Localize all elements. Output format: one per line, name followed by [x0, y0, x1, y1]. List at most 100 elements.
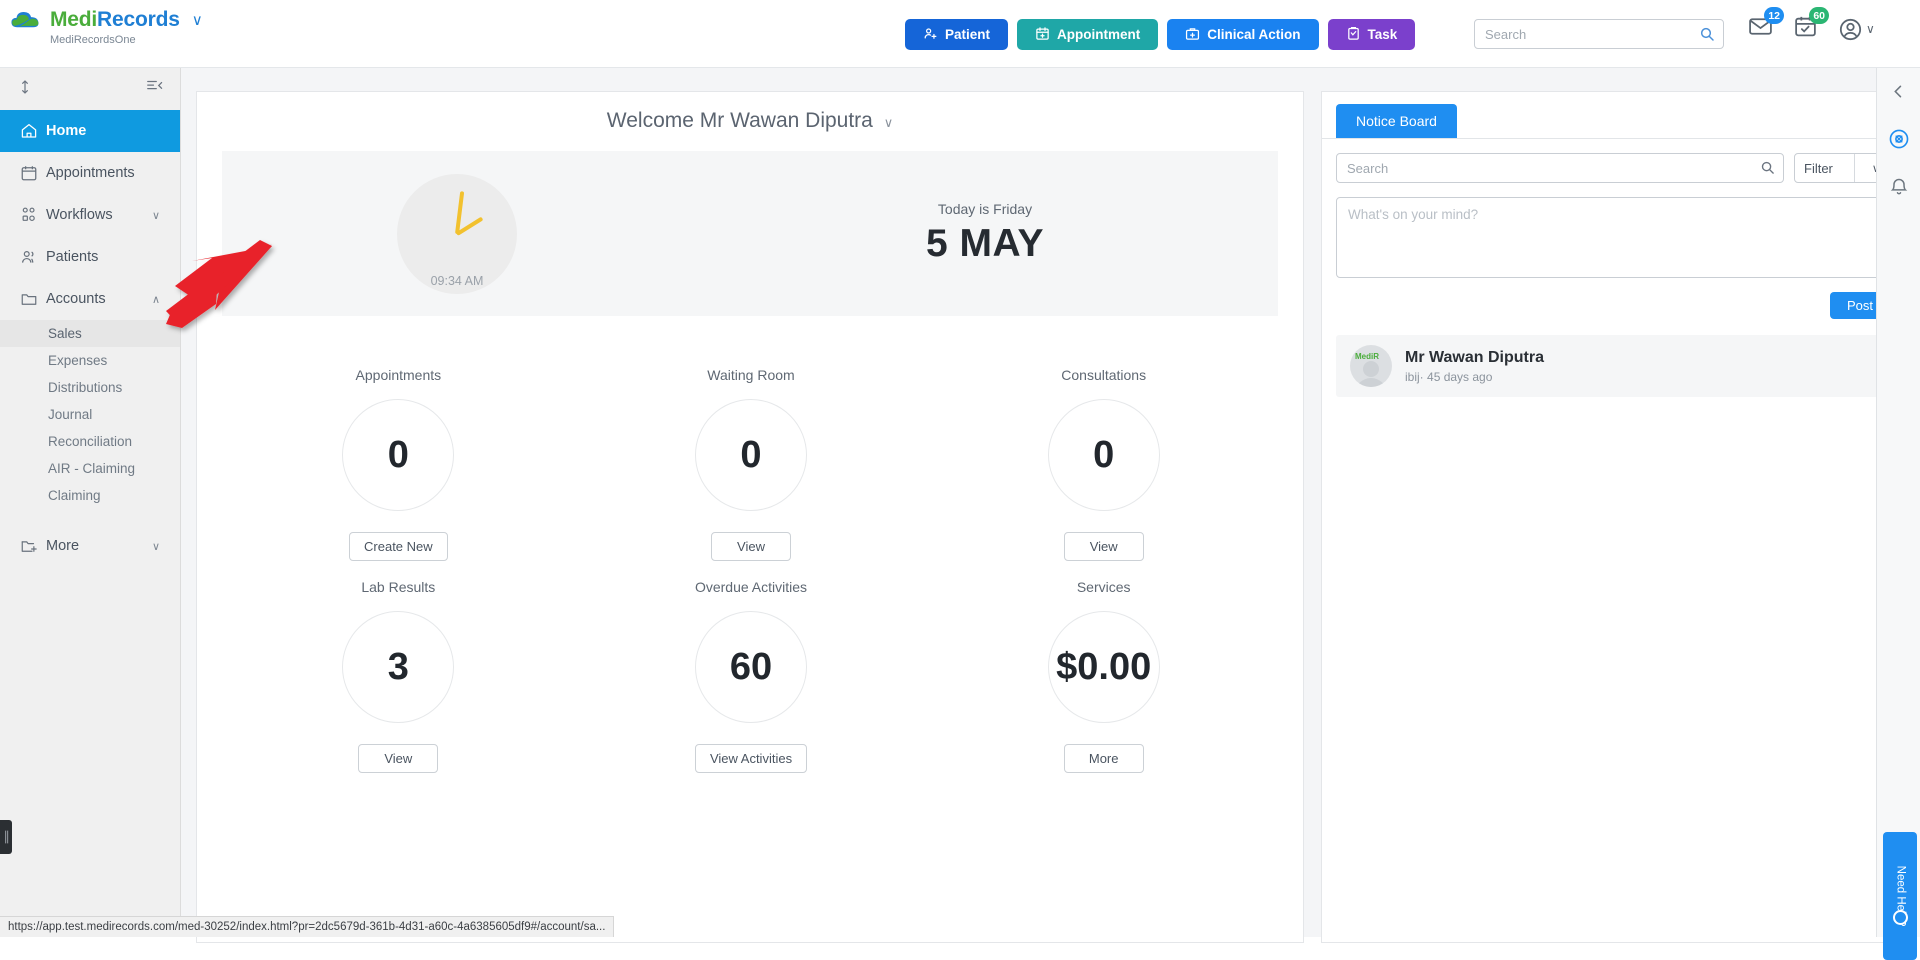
- collapse-panel-icon[interactable]: [146, 78, 163, 100]
- bell-icon[interactable]: [1889, 177, 1909, 202]
- stat-tile-label: Lab Results: [222, 579, 575, 595]
- new-appointment-button[interactable]: Appointment: [1017, 19, 1158, 50]
- sidebar-subitem-air-claiming[interactable]: AIR - Claiming: [0, 455, 180, 482]
- messages-icon-button[interactable]: 12: [1748, 14, 1773, 44]
- view-consultations-button[interactable]: View: [1064, 532, 1144, 561]
- sidebar-subitem-label: AIR - Claiming: [48, 461, 135, 476]
- tasks-badge: 60: [1809, 7, 1829, 24]
- tasks-icon-button[interactable]: 60: [1793, 14, 1818, 44]
- brand-name: MediRecords: [50, 8, 180, 32]
- date-display: 5 MAY: [692, 222, 1278, 266]
- sidebar-item-home[interactable]: Home: [0, 110, 180, 152]
- new-patient-button[interactable]: Patient: [905, 19, 1008, 50]
- calendar-plus-icon: [1035, 26, 1050, 44]
- sidebar-item-patients[interactable]: Patients: [0, 236, 180, 278]
- notice-search[interactable]: [1336, 153, 1784, 183]
- sidebar-subitem-claiming[interactable]: Claiming: [0, 482, 180, 509]
- chevron-down-icon[interactable]: ∨: [884, 115, 894, 130]
- brand-subtitle: MediRecordsOne: [50, 34, 270, 46]
- notice-post-row: Post: [1322, 283, 1904, 319]
- hero-panel: 09:34 AM Today is Friday 5 MAY: [222, 151, 1278, 316]
- stat-tile-lab-results: Lab Results 3 View: [222, 579, 575, 773]
- calendar-icon: [20, 164, 46, 182]
- stat-tile-value: 0: [342, 399, 454, 511]
- folder-plus-icon: [20, 537, 46, 555]
- new-patient-label: Patient: [945, 27, 990, 42]
- clinical-action-label: Clinical Action: [1207, 27, 1300, 42]
- cloud-logo-icon: [10, 8, 42, 32]
- new-task-button[interactable]: Task: [1328, 19, 1416, 50]
- status-bar-url: https://app.test.medirecords.com/med-302…: [0, 916, 614, 937]
- chevron-left-icon[interactable]: [1889, 82, 1908, 106]
- view-waiting-room-button[interactable]: View: [711, 532, 791, 561]
- chevron-up-icon[interactable]: ∧: [152, 293, 160, 306]
- post-content: Mr Wawan Diputra ibij· 45 days ago: [1405, 349, 1544, 384]
- sidebar-subitem-reconciliation[interactable]: Reconciliation: [0, 428, 180, 455]
- user-plus-icon: [923, 26, 938, 44]
- stat-tile-label: Overdue Activities: [575, 579, 928, 595]
- dashboard-card: Welcome Mr Wawan Diputra ∨ 09:34 AM Toda…: [196, 91, 1304, 943]
- notice-search-input[interactable]: [1336, 153, 1784, 183]
- drag-handle-icon[interactable]: [0, 820, 12, 854]
- stat-tile-waiting-room: Waiting Room 0 View: [575, 367, 928, 561]
- messages-badge: 12: [1764, 7, 1784, 24]
- patients-icon: [20, 248, 46, 266]
- top-action-buttons: Patient Appointment Clinical Action: [905, 19, 1415, 50]
- chevron-down-icon[interactable]: ∨: [152, 540, 160, 553]
- sidebar-item-label: Accounts: [46, 291, 106, 307]
- home-icon: [20, 122, 46, 140]
- sidebar-subitem-label: Expenses: [48, 353, 107, 368]
- sidebar-item-label: Workflows: [46, 207, 113, 223]
- top-bar: MediRecords ∨ MediRecordsOne Patient App…: [0, 0, 1920, 68]
- stat-tile-value: $0.00: [1048, 611, 1160, 723]
- view-activities-button[interactable]: View Activities: [695, 744, 807, 773]
- sidebar-subitem-journal[interactable]: Journal: [0, 401, 180, 428]
- sidebar-item-accounts[interactable]: Accounts ∧: [0, 278, 180, 320]
- global-search[interactable]: [1474, 19, 1724, 49]
- chevron-down-icon[interactable]: ∨: [192, 11, 203, 29]
- user-avatar-icon: [1363, 361, 1379, 377]
- list-item[interactable]: MediR Mr Wawan Diputra ibij· 45 days ago: [1336, 335, 1890, 397]
- clock-time-label: 09:34 AM: [431, 274, 484, 288]
- view-lab-results-button[interactable]: View: [358, 744, 438, 773]
- sidebar-subitem-sales[interactable]: Sales: [0, 320, 180, 347]
- post-author: Mr Wawan Diputra: [1405, 349, 1544, 367]
- notice-composer[interactable]: [1322, 197, 1904, 283]
- search-icon[interactable]: [1699, 26, 1715, 47]
- stat-tile-value: 60: [695, 611, 807, 723]
- post-separator: ·: [1420, 370, 1424, 384]
- sidebar-subitem-distributions[interactable]: Distributions: [0, 374, 180, 401]
- search-icon[interactable]: [1760, 160, 1775, 180]
- brand-name-part2: Records: [97, 8, 180, 31]
- sidebar-item-workflows[interactable]: Workflows ∨: [0, 194, 180, 236]
- sidebar-item-label: Patients: [46, 249, 98, 265]
- tab-notice-board[interactable]: Notice Board: [1336, 104, 1457, 138]
- chat-dot-icon[interactable]: [1893, 910, 1908, 925]
- sidebar-subitem-expenses[interactable]: Expenses: [0, 347, 180, 374]
- need-help-tab[interactable]: Need Help?: [1883, 832, 1917, 960]
- today-label: Today is Friday: [692, 201, 1278, 217]
- sidebar-item-appointments[interactable]: Appointments: [0, 152, 180, 194]
- chevron-down-icon[interactable]: ∨: [152, 209, 160, 222]
- sidebar-item-more[interactable]: More ∨: [0, 525, 180, 567]
- notice-board-controls: Filter ∨: [1322, 139, 1904, 197]
- briefcase-medical-icon: [1185, 26, 1200, 44]
- services-more-button[interactable]: More: [1064, 744, 1144, 773]
- right-rail: Need Help?: [1876, 68, 1920, 937]
- stat-tiles: Appointments 0 Create New Waiting Room 0…: [222, 367, 1280, 773]
- clipboard-check-icon: [1346, 26, 1361, 44]
- headset-support-icon[interactable]: [1888, 128, 1910, 155]
- notice-composer-textarea[interactable]: [1336, 197, 1890, 278]
- create-new-appointment-button[interactable]: Create New: [349, 532, 448, 561]
- date-container: Today is Friday 5 MAY: [692, 201, 1278, 266]
- main-content: Welcome Mr Wawan Diputra ∨ 09:34 AM Toda…: [181, 68, 1920, 937]
- stat-tile-row: Appointments 0 Create New Waiting Room 0…: [222, 367, 1280, 561]
- account-menu-button[interactable]: ∨: [1838, 17, 1875, 42]
- avatar-brand-label: MediR: [1355, 352, 1379, 361]
- chevron-down-icon: ∨: [1866, 22, 1875, 36]
- resize-vertical-icon[interactable]: [17, 79, 33, 100]
- brand-name-part1: Medi: [50, 8, 97, 31]
- brand-block[interactable]: MediRecords ∨ MediRecordsOne: [10, 8, 270, 46]
- search-input[interactable]: [1474, 19, 1724, 49]
- clinical-action-button[interactable]: Clinical Action: [1167, 19, 1318, 50]
